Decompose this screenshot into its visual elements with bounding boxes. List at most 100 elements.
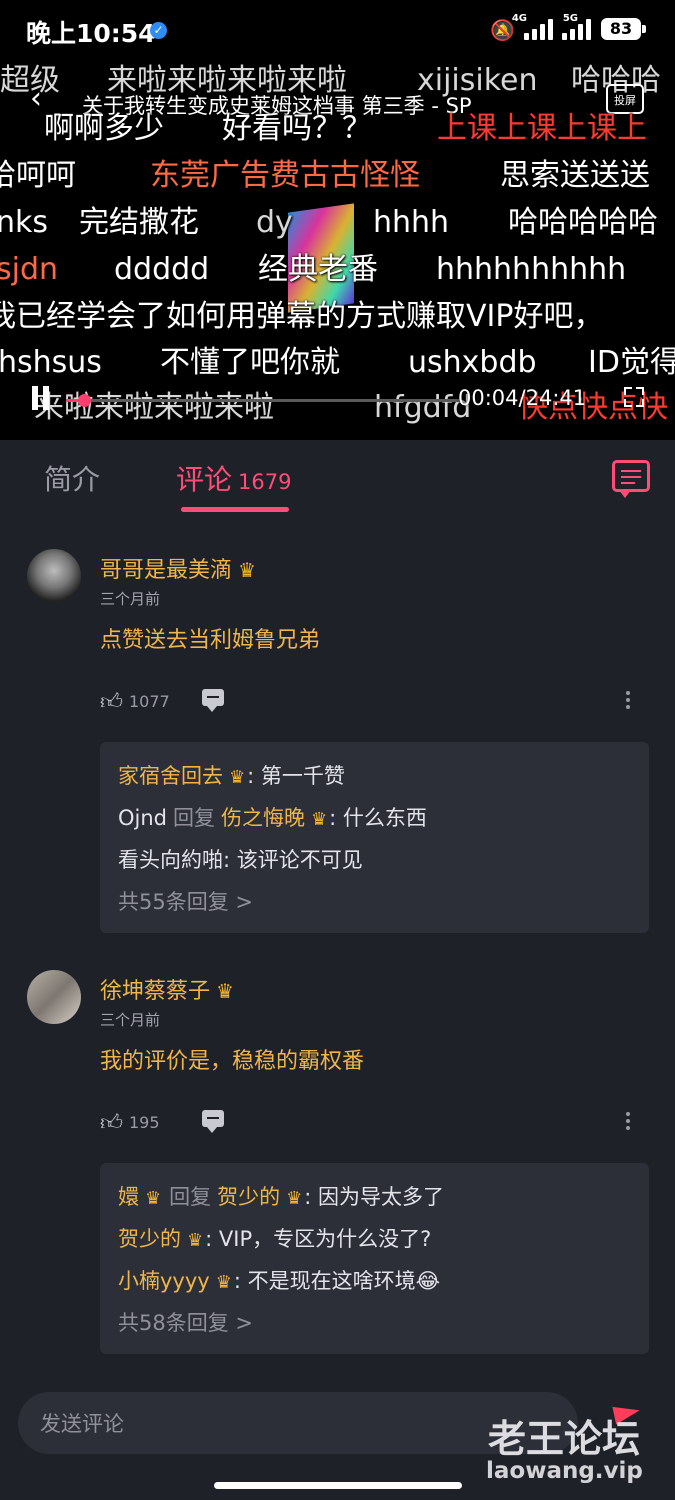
reply-item[interactable]: 贺少的 ♛: VIP，专区为什么没了? (118, 1223, 431, 1253)
tab-comments-label: 评论 (176, 463, 233, 496)
signal-strength-icon (524, 18, 553, 40)
username-text: 哥哥是最美滴 (100, 558, 233, 583)
video-player[interactable]: 超级 来啦来啦来啦来啦 xijisiken 哈哈哈 ‹ 关于我转生变成史莱姆这档… (0, 60, 675, 440)
danmaku-comment: 经典老番 (258, 252, 378, 287)
reply-item[interactable]: 看头向約啪: 该评论不可见 (118, 844, 363, 874)
progress-thumb[interactable] (78, 394, 91, 407)
reply-text: : 第一千赞 (247, 764, 345, 788)
reply-verb: 回复 (169, 1185, 212, 1209)
username-text: 徐坤蔡蔡子 (100, 979, 211, 1004)
view-all-replies-link[interactable]: 共58条回复 > (118, 1307, 253, 1337)
danmaku-comment: hhhh (373, 205, 450, 240)
status-bar: 晚上10:54 ✓ 🔕 4G 5G 83 (0, 0, 675, 60)
danmaku-comment: 东莞广告费古古怪怪 (150, 158, 420, 193)
signal-strength-icon-2 (562, 18, 591, 40)
danmaku-comment: 不懂了吧你就 (160, 345, 340, 380)
tab-bar: 简介 评论 1679 (0, 440, 675, 520)
crown-icon: ♛ (311, 809, 328, 830)
watermark-url: laowang.vip (486, 1458, 643, 1484)
crown-icon: ♛ (187, 1230, 204, 1251)
cast-button[interactable]: 投屏 (606, 84, 644, 114)
reply-item[interactable]: 小楠yyyy ♛: 不是现在这啥环境😂 (118, 1265, 440, 1295)
danmaku-comment: ushxbdb (408, 345, 537, 380)
more-vertical-icon[interactable] (626, 1112, 630, 1132)
thumbs-up-icon: 👍︎ (100, 689, 123, 715)
comment-time: 三个月前 (100, 590, 161, 608)
avatar[interactable] (27, 549, 81, 603)
comments-count: 1679 (238, 470, 292, 494)
danmaku-comment: hshsus (0, 345, 102, 380)
comment-text: 点赞送去当利姆鲁兄弟 (100, 628, 321, 653)
like-button[interactable]: 👍︎ 195 (100, 1110, 160, 1136)
reply-icon[interactable] (202, 689, 224, 712)
reply-text: : 不是现在这啥环境😂 (233, 1269, 441, 1293)
danmaku-comment: nks (0, 205, 49, 240)
crown-icon: ♛ (229, 767, 246, 788)
pause-icon[interactable] (32, 386, 50, 410)
reply-item[interactable]: 家宿舍回去 ♛: 第一千赞 (118, 760, 345, 790)
crown-icon: ♛ (215, 1272, 232, 1293)
reply-target-username[interactable]: 伤之悔晚 (221, 806, 305, 830)
crown-icon: ♛ (216, 979, 234, 1003)
danmaku-comment: 我已经学会了如何用弹幕的方式赚取VIP好吧， (0, 299, 604, 334)
reply-username[interactable]: 小楠yyyy (118, 1269, 210, 1293)
danmaku-list-icon[interactable] (612, 460, 650, 498)
reply-username[interactable]: 家宿舍回去 (118, 764, 223, 788)
danmaku-comment: 上课上课上课上 (437, 111, 647, 146)
danmaku-comment: 完结撒花 (79, 205, 199, 240)
reply-username[interactable]: 嬛 (118, 1185, 139, 1209)
verified-check-icon: ✓ (150, 22, 167, 39)
comment-time: 三个月前 (100, 1011, 161, 1029)
view-all-replies-link[interactable]: 共55条回复 > (118, 886, 253, 916)
reply-text: : VIP，专区为什么没了? (205, 1227, 432, 1251)
reply-username[interactable]: Ojnd (118, 806, 167, 830)
more-vertical-icon[interactable] (626, 691, 630, 711)
like-count: 1077 (129, 691, 170, 711)
reply-verb: 回复 (173, 806, 216, 830)
reply-icon[interactable] (202, 1110, 224, 1133)
danmaku-comment: 好看吗？？ (222, 111, 372, 146)
battery-icon (642, 25, 646, 33)
home-indicator[interactable] (214, 1482, 462, 1489)
crown-icon: ♛ (145, 1188, 162, 1209)
reply-box[interactable]: 嬛 ♛ 回复 贺少的 ♛: 因为导太多了 贺少的 ♛: VIP，专区为什么没了? 小楠yy… (100, 1163, 649, 1354)
reply-text: : 什么东西 (329, 806, 427, 830)
comment-username[interactable]: 哥哥是最美滴 ♛ (100, 552, 256, 584)
like-button[interactable]: 👍︎ 1077 (100, 689, 170, 715)
danmaku-comment: sjdn (0, 252, 59, 287)
reply-box[interactable]: 家宿舍回去 ♛: 第一千赞 Ojnd 回复 伤之悔晚 ♛: 什么东西 看头向約啪: 该评… (100, 742, 649, 933)
reply-username[interactable]: 贺少的 (118, 1227, 181, 1251)
like-count: 195 (129, 1112, 160, 1132)
fullscreen-icon[interactable] (624, 387, 644, 407)
progress-bar[interactable] (66, 394, 461, 407)
avatar[interactable] (27, 970, 81, 1024)
danmaku-comment: ID觉得 (588, 345, 675, 380)
danmaku-comment: 思索送送送 (500, 158, 650, 193)
danmaku-comment: 哈呵呵 (0, 158, 76, 193)
reply-username[interactable]: 看头向約啪 (118, 848, 223, 872)
status-time: 晚上10:54 (26, 19, 156, 48)
active-tab-indicator (181, 507, 289, 512)
danmaku-comment: hhhhhhhhhh (436, 252, 627, 287)
back-arrow-icon[interactable]: ‹ (30, 84, 42, 114)
reply-target-username[interactable]: 贺少的 (217, 1185, 280, 1209)
battery-level: 83 (601, 18, 641, 40)
danmaku-comment: 来啦来啦来啦来啦 (34, 390, 274, 425)
tab-intro[interactable]: 简介 (44, 458, 100, 498)
danmaku-comment: ddddd (114, 252, 210, 287)
watermark-title: 老王论坛 (488, 1417, 641, 1461)
time-display: 00:04/24:41 (458, 386, 587, 410)
reply-text: : 该评论不可见 (223, 848, 363, 872)
comment-input[interactable] (38, 1392, 562, 1456)
reply-item[interactable]: 嬛 ♛ 回复 贺少的 ♛: 因为导太多了 (118, 1181, 444, 1211)
danmaku-comment: dy (256, 205, 293, 240)
danmaku-comment: 哈哈哈哈哈 (508, 205, 658, 240)
tab-comments[interactable]: 评论 1679 (176, 458, 291, 498)
danmaku-comment: 啊啊多少 (44, 111, 164, 146)
thumbs-up-icon: 👍︎ (100, 1110, 123, 1136)
crown-icon: ♛ (286, 1188, 303, 1209)
reply-item[interactable]: Ojnd 回复 伤之悔晚 ♛: 什么东西 (118, 802, 427, 832)
comment-username[interactable]: 徐坤蔡蔡子 ♛ (100, 973, 234, 1005)
danmaku-comment: hfgdfd (374, 390, 472, 425)
reply-text: : 因为导太多了 (304, 1185, 445, 1209)
